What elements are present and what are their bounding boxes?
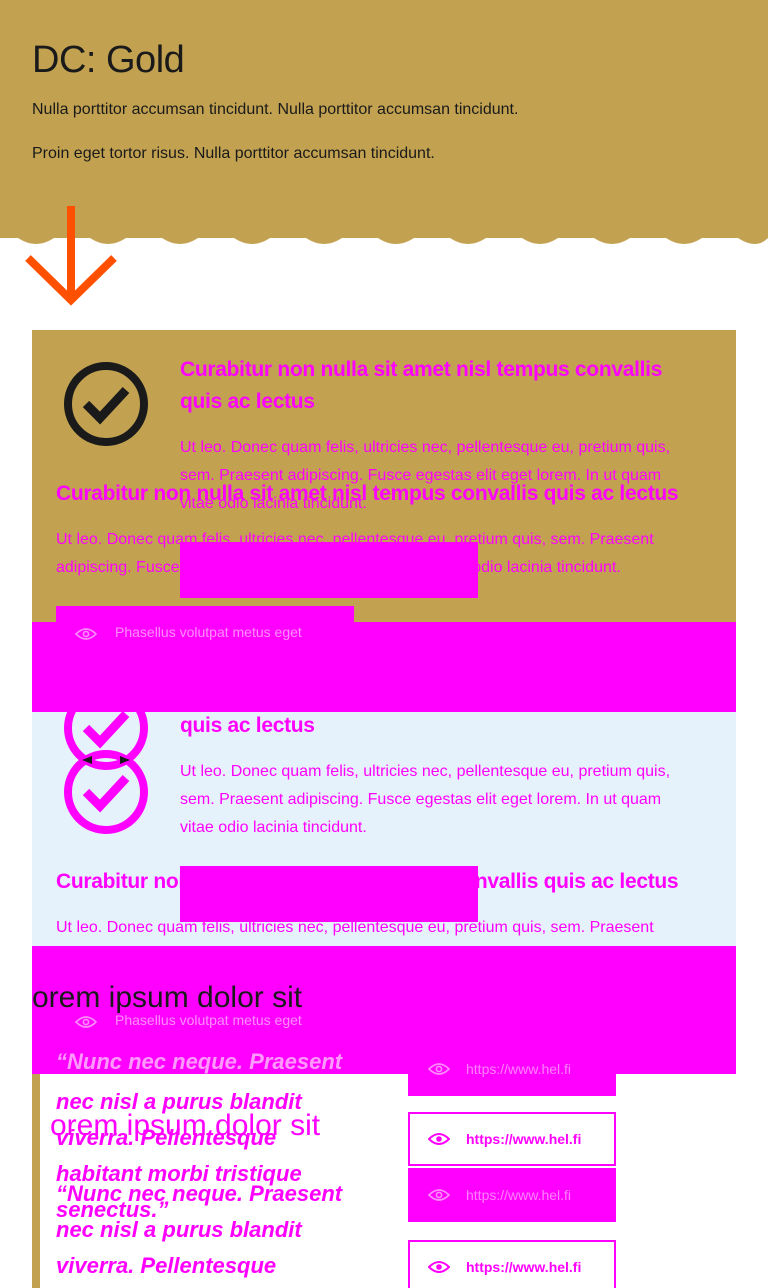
overlay-body-1: Ut leo. Donec quam felis, ultricies nec,… — [56, 531, 654, 548]
card-heading: Curabitur non nulla sit amet nisl tempus… — [180, 358, 663, 381]
link-button[interactable]: https://www.hel.fi — [408, 1240, 616, 1288]
eye-icon — [428, 1261, 450, 1273]
quote-bar — [32, 1074, 40, 1288]
card-body-1: Ut leo. Donec quam felis, ultricies nec,… — [180, 763, 671, 780]
arrow-down-icon — [25, 206, 117, 306]
quote-line: viverra. Pellentesque — [56, 1253, 277, 1278]
eye-icon — [428, 1133, 450, 1145]
pill-label: Phasellus volutpat metus eget — [115, 624, 302, 640]
link-button[interactable]: https://www.hel.fi — [408, 1112, 616, 1166]
check-circle-icon — [64, 688, 148, 834]
link-label: https://www.hel.fi — [466, 1187, 572, 1203]
card-heading-cont: quis ac lectus — [180, 714, 315, 737]
card-body-3: vitae odio lacinia tincidunt. — [180, 819, 367, 836]
link-button[interactable]: https://www.hel.fi — [408, 1042, 616, 1096]
hero-paragraph-2: Proin eget tortor risus. Nulla porttitor… — [32, 145, 435, 162]
card-heading-cont: quis ac lectus — [180, 390, 315, 413]
eye-icon — [75, 628, 97, 640]
lorem-heading: orem ipsum dolor sit — [32, 981, 303, 1014]
card-body-1: Ut leo. Donec quam felis, ultricies nec,… — [180, 439, 671, 456]
page-title: DC: Gold — [32, 39, 185, 81]
overlay-body-1: Ut leo. Donec quam felis, ultricies nec,… — [56, 919, 654, 936]
hero-paragraph-1: Nulla porttitor accumsan tincidunt. Null… — [32, 101, 519, 118]
eye-icon — [75, 1016, 97, 1028]
overlay-body-2: adipiscing. Fusce egestas elit eget lore… — [56, 559, 621, 576]
pill-label: Phasellus volutpat metus eget — [115, 1012, 302, 1028]
quote-line: nec nisl a purus blandit — [56, 1217, 302, 1242]
link-button[interactable]: https://www.hel.fi — [408, 1168, 616, 1222]
eye-icon — [428, 1189, 450, 1201]
eye-icon — [428, 1063, 450, 1075]
quote-line: “Nunc nec neque. Praesent — [56, 1049, 343, 1074]
card-body-2: sem. Praesent adipiscing. Fusce egestas … — [180, 791, 662, 808]
link-label: https://www.hel.fi — [466, 1131, 582, 1147]
check-circle-icon — [64, 362, 148, 446]
overlay-heading: Curabitur non nulla sit amet nisl tempus… — [56, 482, 679, 505]
link-label: https://www.hel.fi — [466, 1061, 572, 1077]
overlay-heading: Curabitur non nulla sit amet nisl tempus… — [56, 870, 679, 893]
quote-line: viverra. Pellentesque — [56, 1125, 277, 1150]
link-label: https://www.hel.fi — [466, 1259, 582, 1275]
